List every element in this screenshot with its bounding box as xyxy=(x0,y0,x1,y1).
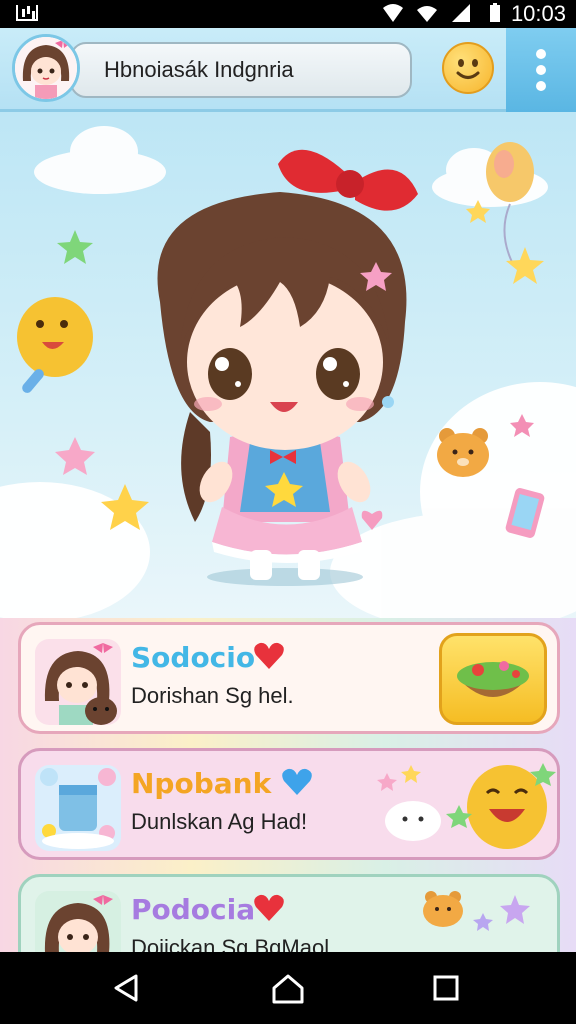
laughing-face-sticker[interactable] xyxy=(367,755,557,855)
item-title: Sodocio xyxy=(131,641,256,674)
hero-illustration xyxy=(0,112,576,622)
salad-bowl-button[interactable] xyxy=(439,633,547,725)
girl-avatar-thumbnail xyxy=(35,891,121,952)
list-item[interactable]: Podocia Doiickan Sg BgMaol xyxy=(18,874,560,952)
back-icon[interactable] xyxy=(108,970,144,1006)
status-bar: 10:03 xyxy=(0,0,576,28)
item-subtitle: Dorishan Sg hel. xyxy=(131,683,294,708)
battery-icon xyxy=(490,3,500,22)
red-heart-icon xyxy=(254,894,284,921)
red-heart-icon xyxy=(254,642,284,669)
list-item[interactable]: Sodocio Dorishan Sg hel. xyxy=(18,622,560,734)
bear-sticker[interactable] xyxy=(417,883,547,943)
blue-heart-icon xyxy=(282,768,312,795)
avatar-face-icon xyxy=(15,37,77,99)
item-title: Npobank xyxy=(131,767,272,800)
item-subtitle: Dunlskan Ag Had! xyxy=(131,809,308,834)
wifi-icon xyxy=(417,6,437,22)
search-input[interactable]: Hbnoiasák Indgnria xyxy=(70,42,412,98)
chibi-girl-scene xyxy=(0,126,576,622)
item-subtitle: Doiickan Sg BgMaol xyxy=(131,935,330,952)
salad-bowl-icon xyxy=(457,661,529,697)
bear-icon xyxy=(437,428,489,477)
cell-icon xyxy=(452,4,470,22)
jar-with-bubbles-thumbnail xyxy=(35,765,121,851)
chat-list: Sodocio Dorishan Sg hel. Npobank Dunlska… xyxy=(0,618,576,952)
search-text: Hbnoiasák Indgnria xyxy=(104,57,294,82)
more-vert-icon[interactable] xyxy=(506,28,576,112)
app-header: Hbnoiasák Indgnria xyxy=(0,28,576,112)
home-icon[interactable] xyxy=(270,970,306,1006)
navigation-bar xyxy=(0,952,576,1024)
girl-avatar[interactable] xyxy=(12,34,80,102)
list-item[interactable]: Npobank Dunlskan Ag Had! xyxy=(18,748,560,860)
item-title: Podocia xyxy=(131,893,256,926)
smiley-icon[interactable] xyxy=(442,42,494,94)
girl-with-bear-thumbnail xyxy=(35,639,121,725)
status-icons xyxy=(382,2,506,24)
yellow-blob-icon xyxy=(17,297,93,393)
recents-icon[interactable] xyxy=(428,970,464,1006)
clock: 10:03 xyxy=(510,1,566,26)
gallery-icon xyxy=(16,5,38,21)
signal-icon xyxy=(383,4,403,22)
